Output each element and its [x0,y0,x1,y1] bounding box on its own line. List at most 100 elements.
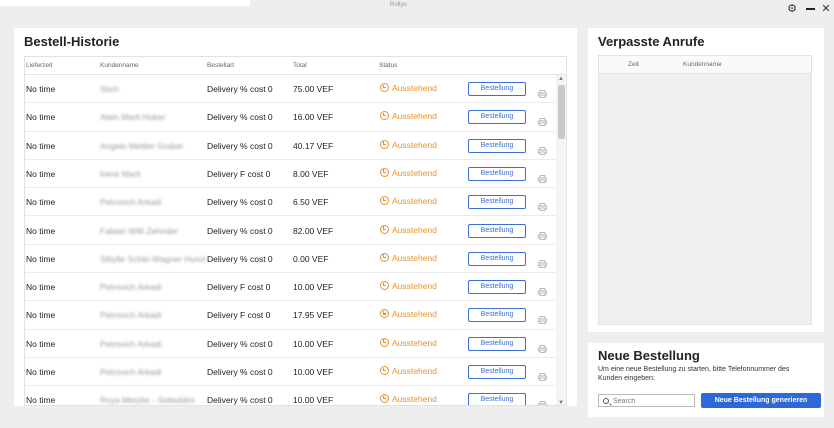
printer-icon[interactable] [538,170,547,183]
view-order-button[interactable]: Bestellung [468,223,526,238]
delivery-time-cell: No time [26,197,56,208]
customer-name-cell: Petrovich Arkadi [100,197,162,208]
order-history-table: Lieferzeit Kundenname Bestellart Total S… [24,56,567,406]
settings-gear-icon[interactable]: ⚙ [786,3,798,15]
customer-name-cell: Angelo Mettler Graber [100,140,184,151]
printer-icon[interactable] [538,255,547,268]
order-history-title: Bestell-Historie [24,34,120,49]
clock-icon [380,139,389,149]
status-text: Ausstehend [392,139,437,150]
clock-icon [380,337,389,347]
status-text: Ausstehend [392,281,437,292]
customer-name-cell: Petrovich Arkadi [100,310,162,321]
status-badge: Ausstehend [380,83,437,93]
clock-icon [380,224,389,234]
scroll-up-icon[interactable]: ▲ [558,76,564,82]
table-row: No time Petrovich Arkadi Delivery F cost 0… [25,301,556,330]
delivery-time-cell: No time [26,140,56,151]
status-text: Ausstehend [392,252,437,263]
delivery-time-cell: No time [26,395,56,406]
order-type-cell: Delivery % cost 0 [207,112,273,123]
order-type-cell: Delivery % cost 0 [207,253,273,264]
printer-icon[interactable] [538,368,547,381]
customer-name-cell: Alain Marti Huber [100,112,166,123]
column-header-total: Total [293,62,307,69]
view-order-button[interactable]: Bestellung [468,336,526,351]
customer-name-cell: Petrovich Arkadi [100,338,162,349]
total-cell: 6.50 VEF [293,197,329,208]
new-order-title: Neue Bestellung [598,348,700,363]
view-order-button[interactable]: Bestellung [468,280,526,295]
total-cell: 75.00 VEF [293,84,334,94]
status-text: Ausstehend [392,83,437,93]
customer-name-cell: Petrovich Arkadi [100,367,162,377]
order-history-panel: Bestell-Historie Lieferzeit Kundenname B… [14,28,577,406]
view-order-button[interactable]: Bestellung [468,82,526,96]
customer-name-cell: Irene Marti [100,168,141,179]
close-icon[interactable]: ✕ [820,3,832,15]
printer-icon[interactable] [538,227,547,240]
printer-icon[interactable] [538,85,547,98]
scroll-thumb[interactable] [558,85,565,139]
order-history-header: Lieferzeit Kundenname Bestellart Total S… [25,57,566,75]
total-cell: 10.00 VEF [293,338,334,349]
delivery-time-cell: No time [26,282,56,293]
title-bar-edge [0,0,250,6]
view-order-button[interactable]: Bestellung [468,308,526,323]
status-badge: Ausstehend [380,366,437,376]
order-type-cell: Delivery % cost 0 [207,84,273,94]
view-order-button[interactable]: Bestellung [468,138,526,153]
column-header-time: Zeit [628,61,639,68]
printer-icon[interactable] [538,113,547,127]
printer-icon[interactable] [538,396,547,405]
printer-icon[interactable] [538,283,547,296]
view-order-button[interactable]: Bestellung [468,166,526,181]
total-cell: 17.95 VEF [293,310,334,321]
status-badge: Ausstehend [380,224,437,235]
clock-icon [380,252,389,262]
clock-icon [380,196,389,206]
new-order-hint: Um eine neue Bestellung zu starten, bitt… [598,366,790,382]
missed-calls-panel: Verpasste Anrufe Zeit Kundenname [588,28,824,332]
search-icon [603,398,609,404]
printer-icon[interactable] [538,340,547,353]
order-type-cell: Delivery F cost 0 [207,168,271,179]
column-header-customer: Kundenname [683,61,722,68]
customer-name-cell: Fabian Willi Zehnder [100,225,178,236]
printer-icon[interactable] [538,142,547,155]
minimize-icon[interactable] [804,3,816,15]
clock-icon [380,366,389,375]
status-text: Ausstehend [392,337,437,348]
order-type-cell: Delivery F cost 0 [207,310,271,321]
scroll-down-icon[interactable]: ▼ [558,400,564,405]
view-order-button[interactable]: Bestellung [468,393,526,405]
phone-search-input[interactable] [613,396,693,406]
total-cell: 16.00 VEF [293,112,334,123]
order-type-cell: Delivery % cost 0 [207,197,273,208]
order-history-scrollbar[interactable]: ▲ ▼ [556,75,566,405]
clock-icon [380,309,389,319]
table-row: No time Sibylle Schär-Wagner Hunzi Deliver… [25,245,556,274]
table-row: No time Petrovich Arkadi Delivery % cost 0… [25,330,556,358]
total-cell: 40.17 VEF [293,140,334,151]
status-text: Ausstehend [392,309,437,320]
total-cell: 82.00 VEF [293,225,334,236]
delivery-time-cell: No time [26,253,56,264]
view-order-button[interactable]: Bestellung [468,365,526,379]
view-order-button[interactable]: Bestellung [468,110,526,125]
printer-icon[interactable] [538,198,547,212]
table-row: No time Irene Marti Delivery F cost 0 8.00 … [25,160,556,189]
generate-new-order-button[interactable]: Neue Bestellung generieren [701,393,821,408]
status-badge: Ausstehend [380,394,437,404]
order-type-cell: Delivery % cost 0 [207,395,273,406]
table-row: No time Petrovich Arkadi Delivery F cost 0… [25,273,556,302]
order-type-cell: Delivery % cost 0 [207,140,273,151]
view-order-button[interactable]: Bestellung [468,251,526,266]
phone-search-box[interactable] [598,394,695,407]
table-row: No time Alain Marti Huber Delivery % cost … [25,103,556,132]
status-badge: Ausstehend [380,196,437,206]
view-order-button[interactable]: Bestellung [468,195,526,210]
printer-icon[interactable] [538,311,547,325]
missed-calls-table: Zeit Kundenname [598,55,812,325]
column-header-order-type: Bestellart [207,62,235,69]
